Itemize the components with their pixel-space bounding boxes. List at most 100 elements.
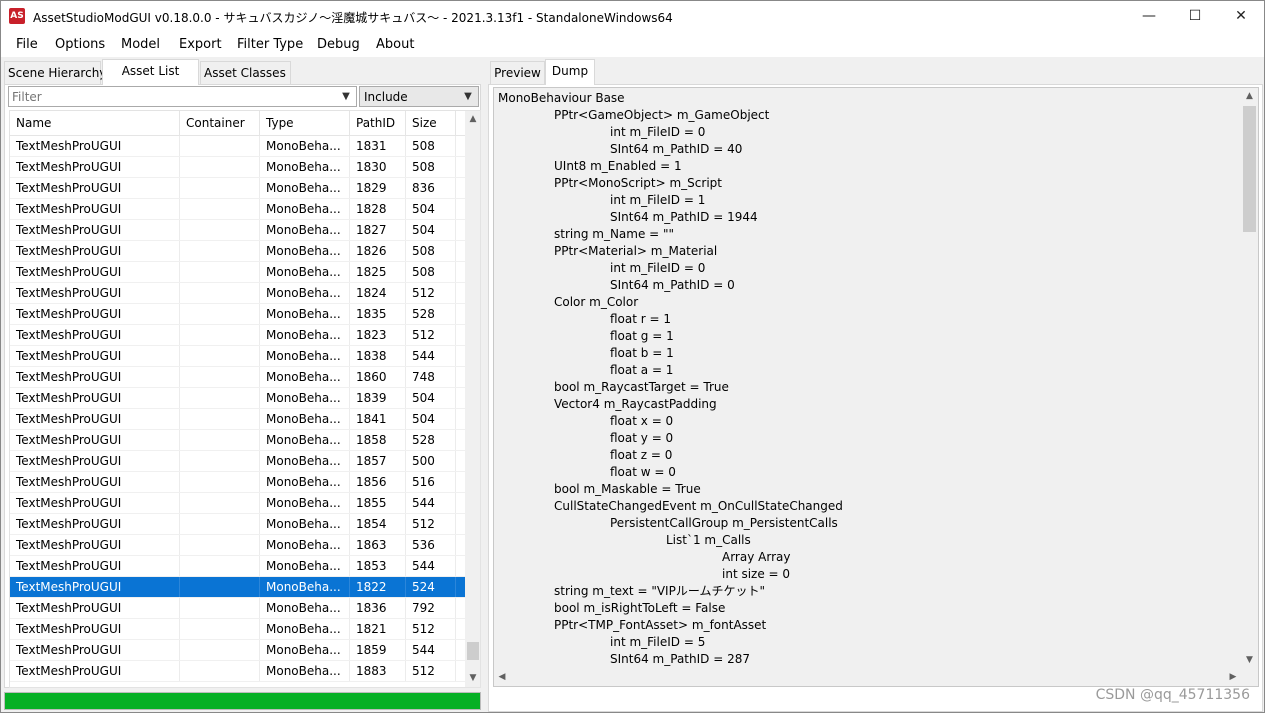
table-row[interactable]: TextMeshProUGUI MonoBeha... 1824 512 — [10, 283, 465, 304]
chevron-down-icon[interactable]: ▼ — [339, 88, 353, 106]
dump-horizontal-scrollbar[interactable]: ◀ ▶ — [494, 669, 1242, 686]
filter-combobox[interactable]: ▼ — [8, 86, 357, 107]
dump-line: float b = 1 — [610, 346, 674, 360]
dump-scroll-thumb[interactable] — [1243, 106, 1256, 232]
table-row[interactable]: TextMeshProUGUI MonoBeha... 1826 508 — [10, 241, 465, 262]
dump-page: MonoBehaviour Base PPtr<GameObject> m_Gam… — [488, 84, 1263, 712]
table-row[interactable]: TextMeshProUGUI MonoBeha... 1835 528 — [10, 304, 465, 325]
cell-name: TextMeshProUGUI — [10, 220, 180, 240]
dump-line: int m_FileID = 1 — [610, 193, 706, 207]
title-bar[interactable]: AS AssetStudioModGUI v0.18.0.0 - サキュバスカジ… — [1, 1, 1264, 32]
column-header-container[interactable]: Container — [180, 111, 260, 135]
scroll-up-arrow-icon[interactable]: ▲ — [1241, 88, 1258, 105]
table-row[interactable]: TextMeshProUGUI MonoBeha... 1855 544 — [10, 493, 465, 514]
cell-pathid: 1839 — [350, 388, 406, 408]
tab-asset-classes[interactable]: Asset Classes — [200, 61, 291, 84]
cell-size: 508 — [406, 136, 456, 156]
table-row[interactable]: TextMeshProUGUI MonoBeha... 1839 504 — [10, 388, 465, 409]
tab-scene-hierarchy[interactable]: Scene Hierarchy — [4, 61, 106, 84]
cell-container — [180, 367, 260, 387]
cell-size: 500 — [406, 451, 456, 471]
dump-vertical-scrollbar[interactable]: ▲ ▼ — [1241, 88, 1258, 669]
cell-size: 512 — [406, 325, 456, 345]
dump-textbox[interactable]: MonoBehaviour Base PPtr<GameObject> m_Gam… — [493, 87, 1259, 687]
table-row[interactable]: TextMeshProUGUI MonoBeha... 1860 748 — [10, 367, 465, 388]
table-row[interactable]: TextMeshProUGUI MonoBeha... 1828 504 — [10, 199, 465, 220]
tab-preview[interactable]: Preview — [490, 61, 545, 84]
dump-line: PersistentCallGroup m_PersistentCalls — [610, 516, 838, 530]
tab-dump[interactable]: Dump — [545, 59, 595, 85]
scroll-down-arrow-icon[interactable]: ▼ — [465, 670, 480, 687]
tab-asset-list[interactable]: Asset List — [102, 59, 199, 85]
scroll-right-arrow-icon[interactable]: ▶ — [1225, 669, 1241, 686]
asset-list-view[interactable]: Name Container Type PathID Size TextMesh… — [9, 110, 481, 688]
asset-list-scroll-thumb[interactable] — [467, 642, 479, 660]
cell-name: TextMeshProUGUI — [10, 640, 180, 660]
cell-name: TextMeshProUGUI — [10, 283, 180, 303]
table-row[interactable]: TextMeshProUGUI MonoBeha... 1863 536 — [10, 535, 465, 556]
table-row[interactable]: TextMeshProUGUI MonoBeha... 1829 836 — [10, 178, 465, 199]
menu-options[interactable]: Options — [55, 37, 105, 52]
asset-list-scrollbar[interactable]: ▲ ▼ — [465, 111, 480, 687]
table-row[interactable]: TextMeshProUGUI MonoBeha... 1854 512 — [10, 514, 465, 535]
dump-line: float g = 1 — [610, 329, 674, 343]
table-row[interactable]: TextMeshProUGUI MonoBeha... 1831 508 — [10, 136, 465, 157]
cell-pathid: 1823 — [350, 325, 406, 345]
table-row[interactable]: TextMeshProUGUI MonoBeha... 1836 792 — [10, 598, 465, 619]
table-row[interactable]: TextMeshProUGUI MonoBeha... 1841 504 — [10, 409, 465, 430]
table-row[interactable]: TextMeshProUGUI MonoBeha... 1821 512 — [10, 619, 465, 640]
menu-about[interactable]: About — [376, 37, 414, 52]
scroll-down-arrow-icon[interactable]: ▼ — [1241, 652, 1258, 669]
table-row[interactable]: TextMeshProUGUI MonoBeha... 1825 508 — [10, 262, 465, 283]
cell-size: 544 — [406, 493, 456, 513]
menu-model[interactable]: Model — [121, 37, 160, 52]
cell-size: 508 — [406, 157, 456, 177]
chevron-down-icon[interactable]: ▼ — [461, 88, 475, 106]
column-header-size[interactable]: Size — [406, 111, 456, 135]
column-header-type[interactable]: Type — [260, 111, 350, 135]
menu-debug[interactable]: Debug — [317, 37, 360, 52]
cell-type: MonoBeha... — [260, 262, 350, 282]
column-header-name[interactable]: Name — [10, 111, 180, 135]
table-row[interactable]: TextMeshProUGUI MonoBeha... 1857 500 — [10, 451, 465, 472]
table-row[interactable]: TextMeshProUGUI MonoBeha... 1858 528 — [10, 430, 465, 451]
right-panel: Preview Dump MonoBehaviour Base PPtr<Game… — [488, 59, 1263, 712]
maximize-button[interactable]: ☐ — [1172, 1, 1218, 32]
cell-type: MonoBeha... — [260, 640, 350, 660]
cell-type: MonoBeha... — [260, 241, 350, 261]
menu-export[interactable]: Export — [179, 37, 222, 52]
cell-name: TextMeshProUGUI — [10, 136, 180, 156]
dump-line: PPtr<GameObject> m_GameObject — [554, 108, 770, 122]
cell-pathid: 1826 — [350, 241, 406, 261]
cell-name: TextMeshProUGUI — [10, 556, 180, 576]
watermark: CSDN @qq_45711356 — [1095, 687, 1250, 703]
scroll-up-arrow-icon[interactable]: ▲ — [465, 111, 480, 128]
menu-filter-type[interactable]: Filter Type — [237, 37, 303, 52]
table-row[interactable]: TextMeshProUGUI MonoBeha... 1859 544 — [10, 640, 465, 661]
table-row-selected[interactable]: TextMeshProUGUI MonoBeha... 1822 524 — [10, 577, 465, 598]
include-exclude-select[interactable]: Include ▼ — [359, 86, 479, 107]
cell-name: TextMeshProUGUI — [10, 157, 180, 177]
cell-size: 512 — [406, 283, 456, 303]
scroll-left-arrow-icon[interactable]: ◀ — [494, 669, 510, 686]
menu-file[interactable]: File — [16, 37, 38, 52]
table-row[interactable]: TextMeshProUGUI MonoBeha... 1883 512 — [10, 661, 465, 682]
cell-container — [180, 493, 260, 513]
cell-type: MonoBeha... — [260, 199, 350, 219]
filter-input[interactable] — [12, 89, 332, 105]
table-row[interactable]: TextMeshProUGUI MonoBeha... 1856 516 — [10, 472, 465, 493]
close-button[interactable]: ✕ — [1218, 1, 1264, 32]
cell-container — [180, 535, 260, 555]
table-row[interactable]: TextMeshProUGUI MonoBeha... 1823 512 — [10, 325, 465, 346]
table-row[interactable]: TextMeshProUGUI MonoBeha... 1853 544 — [10, 556, 465, 577]
dump-line: string m_text = "VIPルームチケット" — [554, 584, 765, 598]
column-header-pathid[interactable]: PathID — [350, 111, 406, 135]
cell-container — [180, 619, 260, 639]
cell-pathid: 1857 — [350, 451, 406, 471]
table-row[interactable]: TextMeshProUGUI MonoBeha... 1830 508 — [10, 157, 465, 178]
cell-size: 792 — [406, 598, 456, 618]
table-row[interactable]: TextMeshProUGUI MonoBeha... 1827 504 — [10, 220, 465, 241]
cell-name: TextMeshProUGUI — [10, 304, 180, 324]
minimize-button[interactable]: — — [1126, 1, 1172, 32]
table-row[interactable]: TextMeshProUGUI MonoBeha... 1838 544 — [10, 346, 465, 367]
